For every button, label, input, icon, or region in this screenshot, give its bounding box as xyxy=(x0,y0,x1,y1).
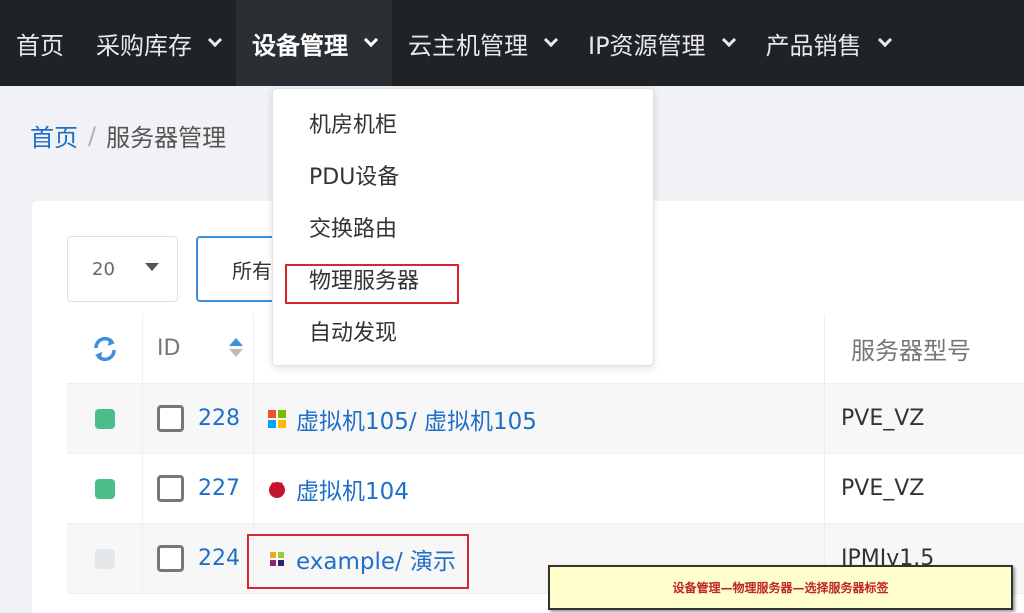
breadcrumb-current: 服务器管理 xyxy=(106,124,227,152)
sort-icon xyxy=(229,338,243,357)
model-cell: PVE_VZ xyxy=(841,406,925,431)
model-cell: PVE_VZ xyxy=(841,476,925,501)
debian-icon xyxy=(266,478,288,500)
model-column-header: 服务器型号 xyxy=(825,314,1024,383)
nav-item-home[interactable]: 首页 xyxy=(0,0,80,86)
table-row: 228 虚拟机105/ 虚拟机105 PVE_VZ xyxy=(67,384,1024,454)
nav-item-ip-resources[interactable]: IP资源管理 xyxy=(572,0,750,86)
status-indicator xyxy=(94,548,115,569)
table-row: 227 虚拟机104 PVE_VZ xyxy=(67,454,1024,524)
id-cell: 224 xyxy=(143,524,254,593)
id-column-header[interactable]: ID xyxy=(143,314,254,383)
nav-item-product-sales[interactable]: 产品销售 xyxy=(750,0,906,86)
nav-label: IP资源管理 xyxy=(588,31,706,60)
status-cell xyxy=(67,384,143,453)
id-header-label: ID xyxy=(157,336,181,361)
windows-icon xyxy=(266,408,288,430)
chevron-down-icon xyxy=(363,32,379,48)
server-name-link[interactable]: 虚拟机104 xyxy=(296,472,409,506)
chevron-down-icon xyxy=(543,32,559,48)
refresh-icon xyxy=(93,336,116,361)
row-checkbox[interactable] xyxy=(157,405,184,432)
menu-item-rack[interactable]: 机房机柜 xyxy=(273,97,653,149)
id-cell: 228 xyxy=(143,384,254,453)
page-size-select[interactable]: 20 xyxy=(67,236,178,302)
menu-item-switch-router[interactable]: 交换路由 xyxy=(273,201,653,253)
chevron-down-icon xyxy=(207,32,223,48)
status-indicator xyxy=(94,408,115,429)
refresh-button[interactable] xyxy=(67,314,143,383)
nav-label: 采购库存 xyxy=(96,31,192,60)
nav-label: 首页 xyxy=(16,31,64,60)
nav-label: 云主机管理 xyxy=(408,31,528,60)
nav-item-device-management[interactable]: 设备管理 xyxy=(236,0,392,86)
server-name-link[interactable]: 虚拟机105/ 虚拟机105 xyxy=(296,402,537,436)
breadcrumb-home-link[interactable]: 首页 xyxy=(30,118,78,153)
highlight-physical-server xyxy=(285,264,459,304)
row-checkbox[interactable] xyxy=(157,545,184,572)
status-cell xyxy=(67,454,143,523)
filter-value: 所有 xyxy=(232,258,272,283)
name-cell: 虚拟机105/ 虚拟机105 xyxy=(254,384,825,453)
device-management-dropdown: 机房机柜 PDU设备 交换路由 物理服务器 自动发现 xyxy=(272,88,654,366)
nav-item-cloud-host[interactable]: 云主机管理 xyxy=(392,0,572,86)
breadcrumb: 首页 / 服务器管理 xyxy=(30,118,226,153)
menu-item-auto-discovery[interactable]: 自动发现 xyxy=(273,305,653,357)
nav-label: 产品销售 xyxy=(765,31,862,60)
name-cell: 虚拟机104 xyxy=(254,454,825,523)
status-indicator xyxy=(94,478,115,499)
status-cell xyxy=(67,524,143,593)
nav-label: 设备管理 xyxy=(252,31,348,60)
top-navbar: 首页 采购库存 设备管理 云主机管理 IP资源管理 产品销售 xyxy=(0,0,1024,86)
model-header-label: 服务器型号 xyxy=(851,337,971,365)
menu-item-pdu[interactable]: PDU设备 xyxy=(273,149,653,201)
id-link[interactable]: 227 xyxy=(198,476,240,501)
id-cell: 227 xyxy=(143,454,254,523)
highlight-server-name xyxy=(247,534,469,589)
annotation-note: 设备管理—物理服务器—选择服务器标签 xyxy=(548,565,1013,610)
breadcrumb-separator: / xyxy=(88,121,97,150)
chevron-down-icon xyxy=(721,32,736,48)
id-link[interactable]: 228 xyxy=(198,406,240,431)
id-link[interactable]: 224 xyxy=(198,546,240,571)
chevron-down-icon xyxy=(877,32,892,48)
caret-down-icon xyxy=(145,263,159,271)
nav-item-purchase-stock[interactable]: 采购库存 xyxy=(80,0,236,86)
row-checkbox[interactable] xyxy=(157,475,184,502)
page-size-value: 20 xyxy=(92,258,115,280)
